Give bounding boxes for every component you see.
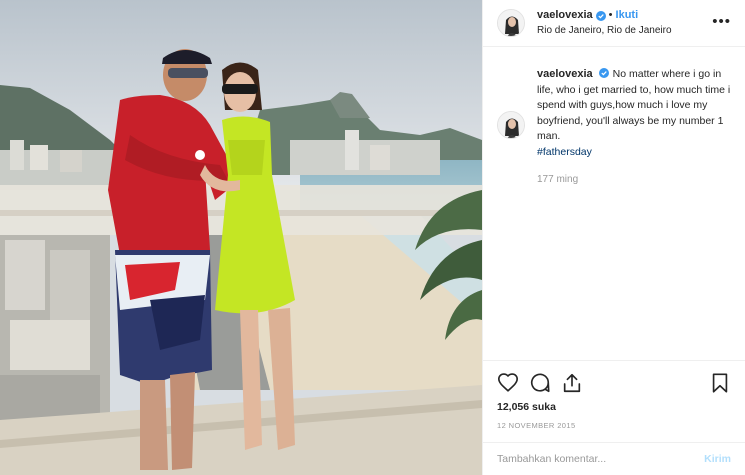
avatar[interactable] xyxy=(497,9,525,37)
comment-box: Kirim xyxy=(483,442,745,475)
comment-input[interactable] xyxy=(497,453,705,465)
header-text: vaelovexia • Ikuti Rio de Janeiro, Rio d… xyxy=(537,8,672,38)
post-header: vaelovexia • Ikuti Rio de Janeiro, Rio d… xyxy=(483,0,745,47)
verified-badge-icon xyxy=(595,10,606,21)
actions-area: 12,056 suka 12 NOVEMBER 2015 xyxy=(483,360,745,440)
more-options-icon[interactable]: ••• xyxy=(712,14,731,29)
header-row: vaelovexia • Ikuti xyxy=(537,8,672,23)
instagram-post: vaelovexia • Ikuti Rio de Janeiro, Rio d… xyxy=(0,0,745,475)
post-comment-button[interactable]: Kirim xyxy=(704,453,731,465)
caption-time: 177 ming xyxy=(537,174,579,185)
post-side-panel: vaelovexia • Ikuti Rio de Janeiro, Rio d… xyxy=(482,0,745,475)
avatar-image xyxy=(498,112,524,138)
username-link[interactable]: vaelovexia xyxy=(537,8,593,23)
comments-section: vaelovexia No matter where i go in life, … xyxy=(483,47,745,188)
bookmark-icon[interactable] xyxy=(709,372,731,394)
action-icons xyxy=(497,369,731,397)
location-link[interactable]: Rio de Janeiro, Rio de Janeiro xyxy=(537,23,672,38)
comment-icon[interactable] xyxy=(529,372,551,394)
hashtag-link[interactable]: #fathersday xyxy=(537,145,731,161)
post-photo-illustration xyxy=(0,0,482,475)
post-date: 12 NOVEMBER 2015 xyxy=(497,421,576,430)
heart-icon[interactable] xyxy=(497,372,519,394)
avatar-image xyxy=(498,10,524,36)
caption-avatar[interactable] xyxy=(497,111,525,139)
caption-username-link[interactable]: vaelovexia xyxy=(537,68,593,80)
likes-count[interactable]: 12,056 suka xyxy=(497,401,731,413)
verified-badge-icon xyxy=(598,68,609,78)
post-photo[interactable] xyxy=(0,0,482,475)
caption: vaelovexia No matter where i go in life, … xyxy=(537,67,731,188)
follow-button[interactable]: Ikuti xyxy=(616,8,639,23)
separator-dot: • xyxy=(608,9,613,21)
share-icon[interactable] xyxy=(561,372,583,394)
